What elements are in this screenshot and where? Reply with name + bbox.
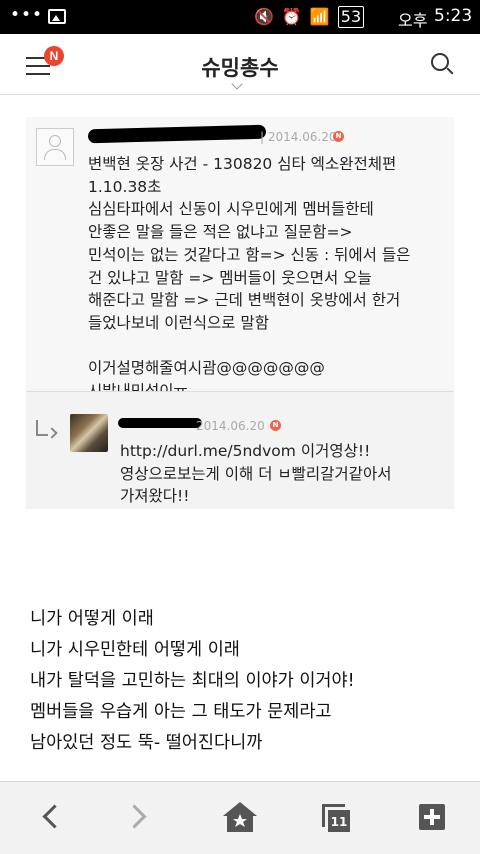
app-bar: N 슈밍총수 (0, 34, 480, 95)
comment-post: | 2014.06.20 N 변백현 옷장 사건 - 130820 심타 엑소완… (26, 117, 454, 400)
forward-icon[interactable] (124, 782, 154, 854)
tabs-icon[interactable]: 11 (320, 782, 352, 854)
article-line: 남아있던 정도 뚝- 떨어진다니까 (30, 733, 263, 753)
avatar (70, 414, 108, 452)
gallery-notification-icon (48, 9, 66, 24)
comment-body: 변백현 옷장 사건 - 130820 심타 엑소완전체편 1.10.38초 심심… (88, 155, 411, 400)
back-icon[interactable] (40, 782, 70, 854)
reply-date: 2014.06.20 (196, 419, 265, 433)
status-bar: ••• 🔇 ⏰ 📶 53 오후 5:23 (0, 0, 480, 34)
notification-dots: ••• (10, 5, 44, 25)
page-title[interactable]: 슈밍총수 (0, 52, 480, 82)
article-line: 니가 시우민한테 어떻게 이래 (30, 640, 240, 660)
article-line: 멤버들을 우습게 아는 그 태도가 문제라고 (30, 702, 332, 722)
reply-comment: 2014.06.20 N http://durl.me/5ndvom 이거영상!… (26, 392, 454, 509)
bottom-nav: 11 (0, 781, 480, 854)
article-text: 니가 어떻게 이래 니가 시우민한테 어떻게 이래 내가 탈덕을 고민하는 최대… (30, 604, 460, 759)
status-time: 5:23 (434, 6, 473, 26)
wifi-icon: 📶 (309, 7, 330, 26)
redacted-username (118, 418, 202, 428)
default-avatar-icon (36, 128, 74, 166)
new-badge: N (333, 131, 344, 142)
new-tab-plus-icon[interactable] (419, 782, 445, 854)
new-badge: N (270, 420, 281, 431)
home-star-icon[interactable] (221, 782, 259, 854)
alarm-icon: ⏰ (281, 7, 302, 26)
mute-icon: 🔇 (254, 7, 274, 26)
status-ampm: 오후 (398, 11, 428, 30)
article-line: 니가 어떻게 이래 (30, 609, 154, 629)
redacted-username (87, 124, 267, 144)
search-icon[interactable] (431, 53, 449, 71)
embedded-screenshot: | 2014.06.20 N 변백현 옷장 사건 - 130820 심타 엑소완… (26, 117, 454, 509)
tabs-count: 11 (328, 810, 350, 832)
article-line: 내가 탈덕을 고민하는 최대의 이야가 이거야! (30, 671, 355, 691)
battery-icon: 53 (337, 6, 365, 28)
reply-body: http://durl.me/5ndvom 이거영상!! 영상으로보는게 이해 … (120, 442, 392, 506)
reply-arrow-icon (36, 420, 48, 436)
comment-date: | 2014.06.20 (260, 130, 337, 144)
